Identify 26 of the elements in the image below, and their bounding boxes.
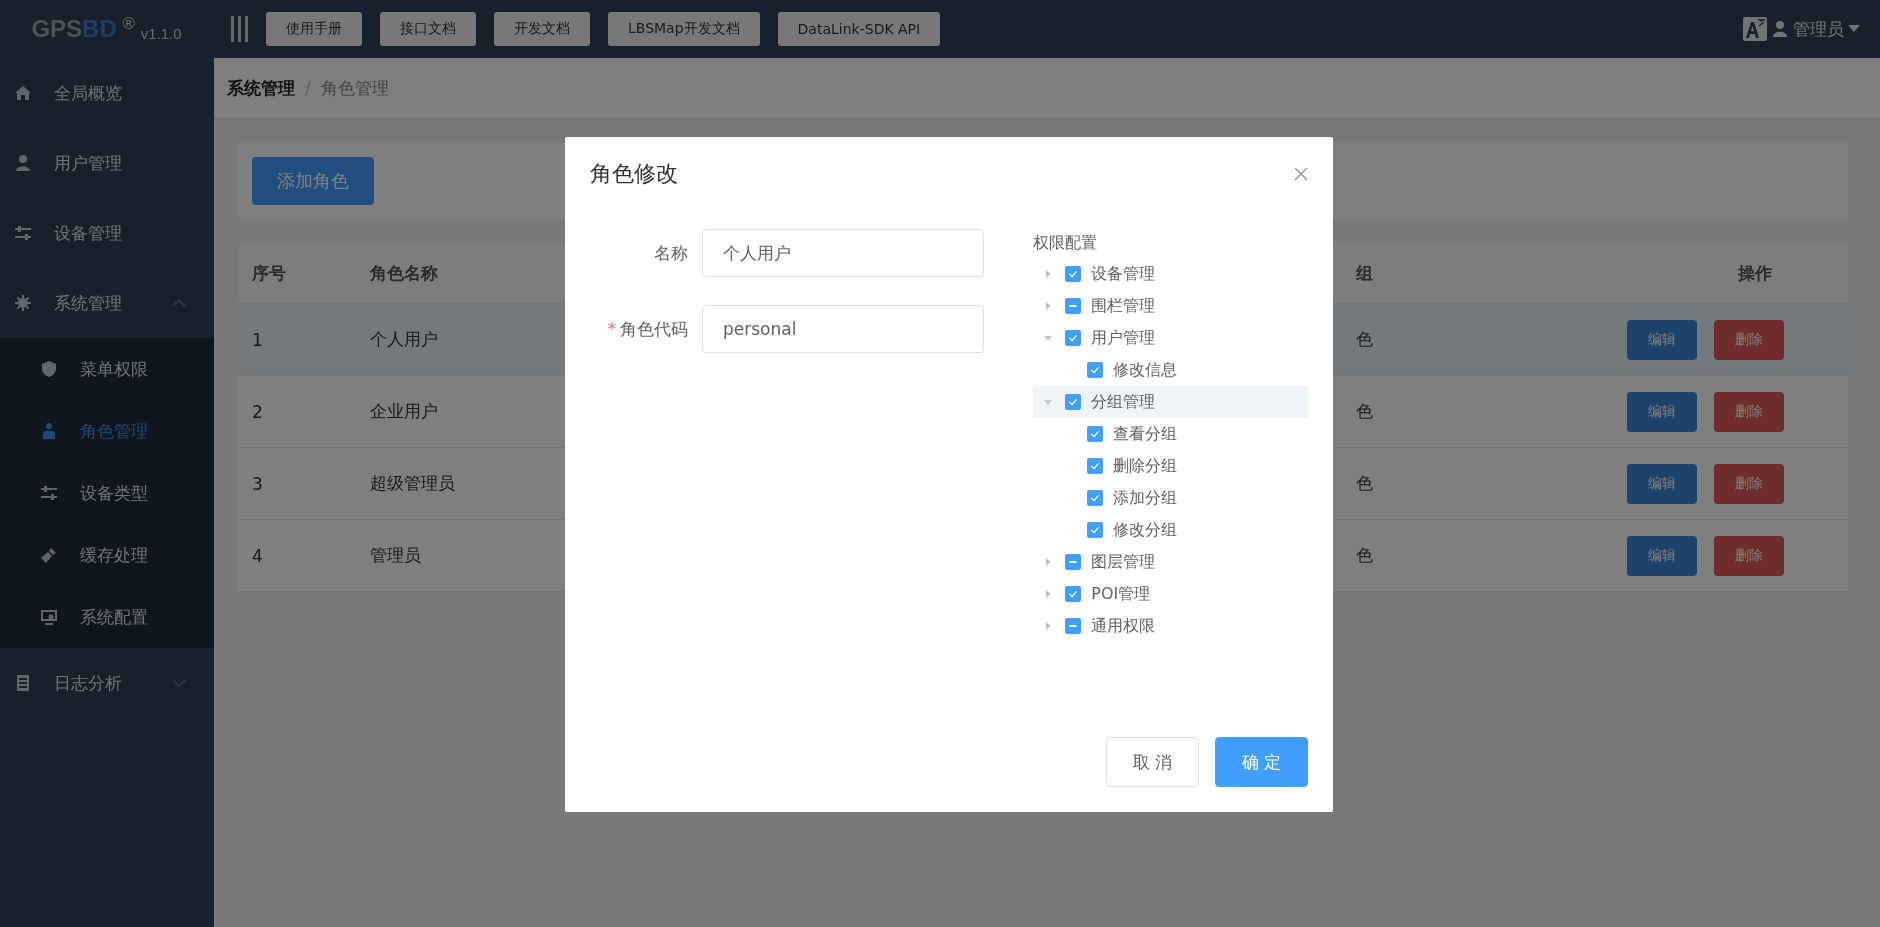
table-cell: 色: [1356, 473, 1373, 493]
table-cell: 色: [1356, 401, 1373, 421]
table-cell: 1: [252, 329, 263, 350]
column-header: 序号: [251, 261, 287, 285]
table-cell: 色: [1356, 545, 1373, 565]
registered-mark: ®: [120, 14, 137, 33]
table-cell: 管理员: [370, 545, 421, 565]
table-cell: 色: [1356, 329, 1373, 349]
table-cell: 个人用户: [370, 329, 438, 349]
table-cell: 企业用户: [370, 401, 438, 421]
column-header: 操作: [1736, 261, 1773, 285]
required-mark: *: [607, 318, 616, 339]
table-cell: 2: [252, 401, 263, 422]
field-label: 名称: [654, 242, 688, 263]
column-header: 组: [1356, 261, 1374, 285]
column-header: 角色名称: [369, 261, 439, 285]
dialog-title: 角色修改: [590, 160, 678, 188]
logo-text: BD: [82, 15, 117, 43]
table-cell: 4: [252, 545, 263, 566]
breadcrumb-separator: /: [305, 78, 311, 98]
section-label: 权限配置: [1033, 233, 1099, 254]
field-label: 角色代码: [620, 318, 688, 339]
breadcrumb-item: 角色管理: [320, 76, 389, 100]
version-label: v1.1.0: [140, 24, 182, 42]
table-cell: 超级管理员: [370, 473, 455, 493]
table-cell: 3: [252, 473, 263, 494]
